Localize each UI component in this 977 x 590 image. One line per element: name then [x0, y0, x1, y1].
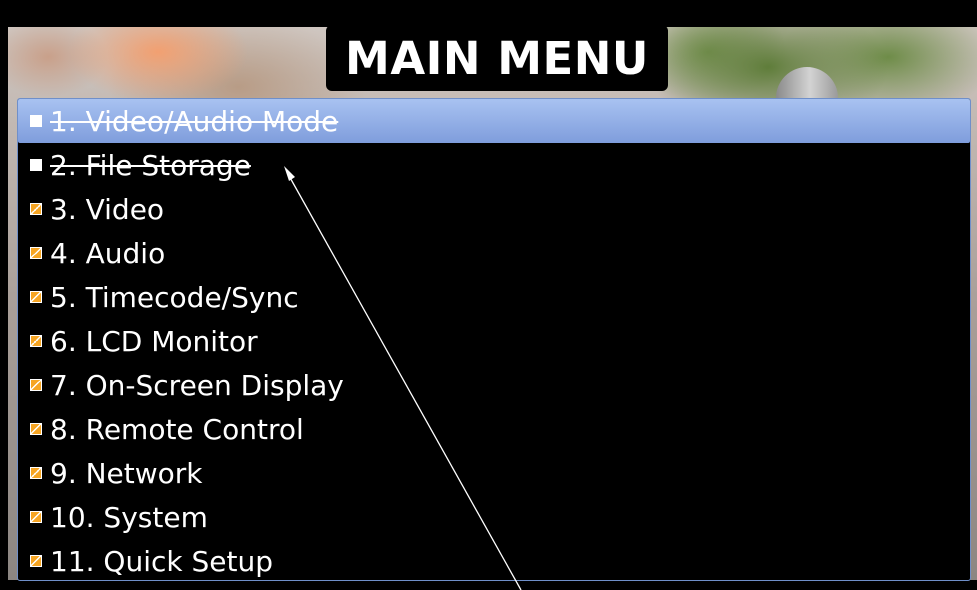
- checkbox-checked-icon: [30, 335, 42, 347]
- checkbox-checked-icon: [30, 555, 42, 567]
- menu-item-3[interactable]: 3. Video: [30, 188, 967, 230]
- menu-item-11[interactable]: 11. Quick Setup: [30, 540, 967, 582]
- menu-item-7[interactable]: 7. On-Screen Display: [30, 364, 967, 406]
- checkbox-checked-icon: [30, 291, 42, 303]
- menu-item-label: 2. File Storage: [50, 148, 251, 182]
- menu-item-5[interactable]: 5. Timecode/Sync: [30, 276, 967, 318]
- menu-item-8[interactable]: 8. Remote Control: [30, 408, 967, 450]
- menu-item-label: 7. On-Screen Display: [50, 368, 344, 402]
- menu-item-label: 4. Audio: [50, 236, 166, 270]
- menu-item-label: 11. Quick Setup: [50, 544, 274, 578]
- checkbox-unchecked-icon: [30, 159, 42, 171]
- menu-item-9[interactable]: 9. Network: [30, 452, 967, 494]
- checkbox-unchecked-icon: [30, 115, 42, 127]
- menu-item-label: 6. LCD Monitor: [50, 324, 258, 358]
- menu-item-label: 3. Video: [50, 192, 165, 226]
- menu-item-10[interactable]: 10. System: [30, 496, 967, 538]
- checkbox-checked-icon: [30, 379, 42, 391]
- menu-item-1[interactable]: 1. Video/Audio Mode: [30, 100, 967, 142]
- menu-item-label: 10. System: [50, 500, 208, 534]
- checkbox-checked-icon: [30, 467, 42, 479]
- menu-item-label: 1. Video/Audio Mode: [50, 104, 339, 138]
- menu-item-label: 9. Network: [50, 456, 203, 490]
- checkbox-checked-icon: [30, 423, 42, 435]
- screen-frame: MAIN MENU 1. Video/Audio Mode 2. File Sto…: [0, 0, 977, 590]
- menu-item-label: 5. Timecode/Sync: [50, 280, 299, 314]
- menu-item-6[interactable]: 6. LCD Monitor: [30, 320, 967, 362]
- menu-item-label: 8. Remote Control: [50, 412, 304, 446]
- title-box: MAIN MENU: [326, 25, 668, 91]
- page-title: MAIN MENU: [345, 31, 649, 85]
- checkbox-checked-icon: [30, 247, 42, 259]
- menu-item-4[interactable]: 4. Audio: [30, 232, 967, 274]
- checkbox-checked-icon: [30, 511, 42, 523]
- checkbox-checked-icon: [30, 203, 42, 215]
- menu-item-2[interactable]: 2. File Storage: [30, 144, 967, 186]
